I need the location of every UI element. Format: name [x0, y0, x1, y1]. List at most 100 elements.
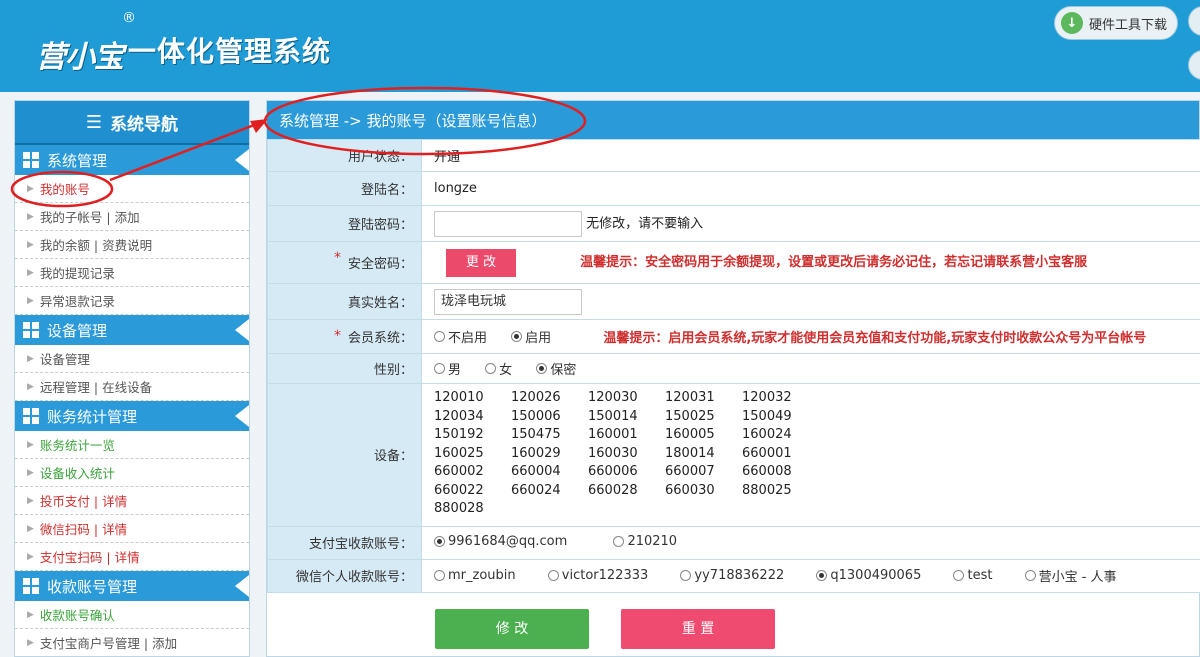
- password-input[interactable]: [434, 210, 582, 237]
- wechat-radio-6[interactable]: 营小宝 - 人事: [1024, 566, 1117, 585]
- triangle-right-icon: ▶: [27, 267, 34, 278]
- wechat-radio-2[interactable]: victor122333: [547, 568, 649, 583]
- form-row-wechat: 微信个人收款账号： mr_zoubin victor122333 yy71883…: [267, 558, 1200, 593]
- form-row-member: * 会员系统： 不启用 启用 温馨提示：启用会员系统,玩家才能使用会员充值和支付…: [267, 319, 1200, 354]
- gender-radio-male[interactable]: 男: [434, 359, 461, 378]
- sidebar-section-label: 系统管理: [47, 151, 108, 170]
- radio-selected-icon: [536, 363, 548, 374]
- gender-radio-secret[interactable]: 保密: [536, 359, 576, 378]
- triangle-right-icon: ▶: [27, 523, 34, 534]
- save-button[interactable]: 修 改: [435, 608, 589, 649]
- required-star: *: [334, 250, 341, 266]
- wechat-radio-4[interactable]: q1300490065: [816, 568, 921, 583]
- wechat-label: 微信个人收款账号：: [267, 558, 422, 593]
- radio-icon: [547, 570, 559, 581]
- logo: 营小宝 ®: [16, 8, 136, 78]
- sidebar-item-my-account[interactable]: ▶ 我的账号: [15, 175, 249, 203]
- download-icon: ↓: [1061, 12, 1083, 34]
- device-item: 660030: [665, 482, 715, 498]
- radio-selected-icon: [434, 536, 445, 547]
- sidebar-section-label: 设备管理: [47, 321, 108, 340]
- alipay-radio-2[interactable]: 210210: [613, 534, 677, 549]
- devices-cell: 120010 120026 120030 120031 120032 120034 1500…: [421, 383, 1200, 527]
- radio-selected-icon: [511, 331, 523, 342]
- sidebar-item-label: 微信扫码 | 详情: [39, 522, 128, 537]
- device-item: 120010: [434, 390, 484, 405]
- device-item: 660001: [742, 445, 792, 461]
- form-row-alipay: 支付宝收款账号： 9961684@qq.com 210210: [267, 525, 1200, 560]
- sidebar-item-alipay-merchant[interactable]: ▶ 支付宝商户号管理 | 添加: [15, 629, 249, 656]
- download-tools-label: 硬件工具下载: [1089, 17, 1168, 33]
- sidebar-item-device-management[interactable]: ▶ 设备管理: [15, 345, 249, 373]
- safe-password-cell: 更 改 温馨提示：安全密码用于余额提现，设置或更改后请务必记住，若忘记请联系营小…: [421, 241, 1200, 284]
- sidebar-item-remote-management[interactable]: ▶ 远程管理 | 在线设备: [15, 373, 249, 401]
- logo-text: 营小宝: [36, 40, 124, 75]
- radio-label: q1300490065: [830, 568, 922, 583]
- sidebar-section-label: 收款账号管理: [47, 577, 138, 596]
- reset-button[interactable]: 重 置: [621, 608, 775, 649]
- sidebar-item-coin-payments[interactable]: ▶ 投币支付 | 详情: [15, 487, 249, 515]
- sidebar-item-label: 异常退款记录: [39, 294, 115, 309]
- triangle-right-icon: ▶: [27, 439, 34, 450]
- device-item: 120032: [742, 390, 792, 405]
- triangle-right-icon: ▶: [27, 381, 34, 392]
- device-item: 880028: [434, 501, 484, 516]
- grid-icon: [23, 322, 39, 338]
- device-item: 660002: [434, 464, 484, 479]
- sidebar-item-withdrawals[interactable]: ▶ 我的提现记录: [15, 259, 249, 287]
- sidebar-item-label: 我的账号: [39, 182, 90, 197]
- breadcrumb: 系统管理 -> 我的账号（设置账号信息）: [267, 101, 1199, 139]
- radio-label: victor122333: [561, 568, 649, 583]
- header-circle-button[interactable]: [1188, 50, 1200, 80]
- login-value: longze: [421, 171, 1200, 206]
- sidebar-item-label: 远程管理 | 在线设备: [39, 380, 153, 395]
- wechat-radio-1[interactable]: mr_zoubin: [434, 568, 516, 583]
- member-radio-off[interactable]: 不启用: [434, 327, 487, 346]
- gender-radio-female[interactable]: 女: [485, 359, 512, 378]
- member-radio-on[interactable]: 启用: [511, 327, 551, 346]
- download-tools-button[interactable]: ↓ 硬件工具下载: [1054, 6, 1178, 40]
- device-item: 120030: [588, 390, 638, 405]
- triangle-right-icon: ▶: [27, 353, 34, 364]
- form-row-status: 用户状态： 开通: [267, 139, 1200, 172]
- sidebar-item-label: 收款账号确认: [39, 608, 115, 623]
- sidebar-item-balance[interactable]: ▶ 我的余额 | 资费说明: [15, 231, 249, 259]
- device-item: 150014: [588, 408, 638, 424]
- sidebar-section-accounting[interactable]: 账务统计管理: [15, 401, 249, 431]
- sidebar-section-payment-accounts[interactable]: 收款账号管理: [15, 571, 249, 601]
- device-item: 120026: [511, 390, 561, 405]
- alipay-radio-1[interactable]: 9961684@qq.com: [434, 534, 567, 549]
- sidebar-item-label: 投币支付 | 详情: [39, 494, 128, 509]
- sidebar-item-refunds[interactable]: ▶ 异常退款记录: [15, 287, 249, 315]
- triangle-right-icon: ▶: [27, 467, 34, 478]
- radio-icon: [434, 331, 445, 342]
- sidebar-item-label: 设备收入统计: [39, 466, 115, 481]
- device-item: 160001: [588, 427, 638, 442]
- alipay-cell: 9961684@qq.com 210210: [421, 525, 1200, 560]
- realname-input[interactable]: 珑泽电玩城: [434, 288, 582, 315]
- device-item: 660004: [511, 464, 561, 479]
- header-circle-button[interactable]: [1188, 6, 1200, 36]
- required-star: *: [334, 328, 341, 344]
- sidebar-item-account-confirm[interactable]: ▶ 收款账号确认: [15, 601, 249, 629]
- sidebar-section-devices[interactable]: 设备管理: [15, 315, 249, 345]
- device-item: 660022: [434, 482, 484, 498]
- sidebar-item-alipay-scan[interactable]: ▶ 支付宝扫码 | 详情: [15, 543, 249, 571]
- change-safe-password-button[interactable]: 更 改: [446, 248, 516, 277]
- device-item: 120034: [434, 408, 484, 424]
- sidebar-item-wechat-scan[interactable]: ▶ 微信扫码 | 详情: [15, 515, 249, 543]
- sidebar-section-system[interactable]: 系统管理: [15, 145, 249, 175]
- status-label: 用户状态：: [267, 139, 422, 172]
- sidebar-item-device-income[interactable]: ▶ 设备收入统计: [15, 459, 249, 487]
- wechat-radio-3[interactable]: yy718836222: [680, 568, 784, 583]
- sidebar-item-sub-accounts[interactable]: ▶ 我的子帐号 | 添加: [15, 203, 249, 231]
- password-cell: 无修改，请不要输入: [421, 205, 1200, 242]
- sidebar-item-accounting-overview[interactable]: ▶ 账务统计一览: [15, 431, 249, 459]
- device-item: 660006: [588, 464, 638, 479]
- registered-mark: ®: [122, 10, 136, 26]
- app-header: 营小宝 ® 一体化管理系统 ↓ 硬件工具下载: [0, 0, 1200, 92]
- device-item: 160025: [434, 445, 484, 461]
- main-content: 系统管理 -> 我的账号（设置账号信息） 用户状态： 开通 登陆名： longz…: [266, 100, 1200, 657]
- device-item: 150049: [742, 408, 792, 424]
- wechat-radio-5[interactable]: test: [953, 568, 992, 583]
